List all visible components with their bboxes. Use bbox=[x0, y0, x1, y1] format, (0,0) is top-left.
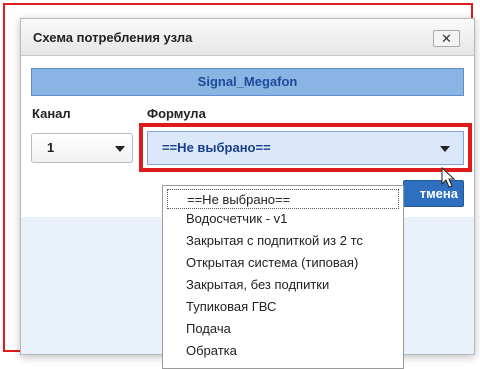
chevron-down-icon bbox=[440, 146, 450, 152]
consumption-scheme-dialog: Схема потребления узла ✕ Signal_Megafon … bbox=[20, 18, 475, 369]
channel-label: Канал bbox=[32, 106, 71, 121]
dropdown-option[interactable]: Открытая система (типовая) bbox=[167, 253, 399, 273]
dropdown-option[interactable]: Водосчетчик - v1 bbox=[167, 209, 399, 229]
dropdown-option[interactable]: Закрытая, без подпитки bbox=[167, 275, 399, 295]
mouse-pointer-icon bbox=[441, 167, 456, 188]
dialog-titlebar: Схема потребления узла ✕ bbox=[21, 19, 474, 56]
formula-select-value: ==Не выбрано== bbox=[162, 140, 271, 155]
dropdown-option[interactable]: Подача bbox=[167, 319, 399, 339]
dropdown-option[interactable]: Тупиковая ГВС bbox=[167, 297, 399, 317]
formula-label: Формула bbox=[147, 106, 206, 121]
formula-dropdown-list: ==Не выбрано== Водосчетчик - v1 Закрытая… bbox=[162, 185, 404, 369]
node-name-banner: Signal_Megafon bbox=[31, 68, 464, 96]
dialog-title: Схема потребления узла bbox=[33, 30, 193, 45]
close-button[interactable]: ✕ bbox=[433, 30, 460, 47]
close-icon: ✕ bbox=[441, 31, 452, 46]
dropdown-option[interactable]: Закрытая с подпиткой из 2 тс bbox=[167, 231, 399, 251]
chevron-down-icon bbox=[115, 146, 125, 152]
channel-select-value: 1 bbox=[47, 140, 55, 155]
dropdown-option[interactable]: ==Не выбрано== bbox=[167, 189, 399, 209]
channel-select[interactable]: 1 bbox=[31, 133, 133, 163]
dropdown-option[interactable]: Обратка bbox=[167, 341, 399, 361]
formula-select[interactable]: ==Не выбрано== bbox=[147, 131, 464, 165]
